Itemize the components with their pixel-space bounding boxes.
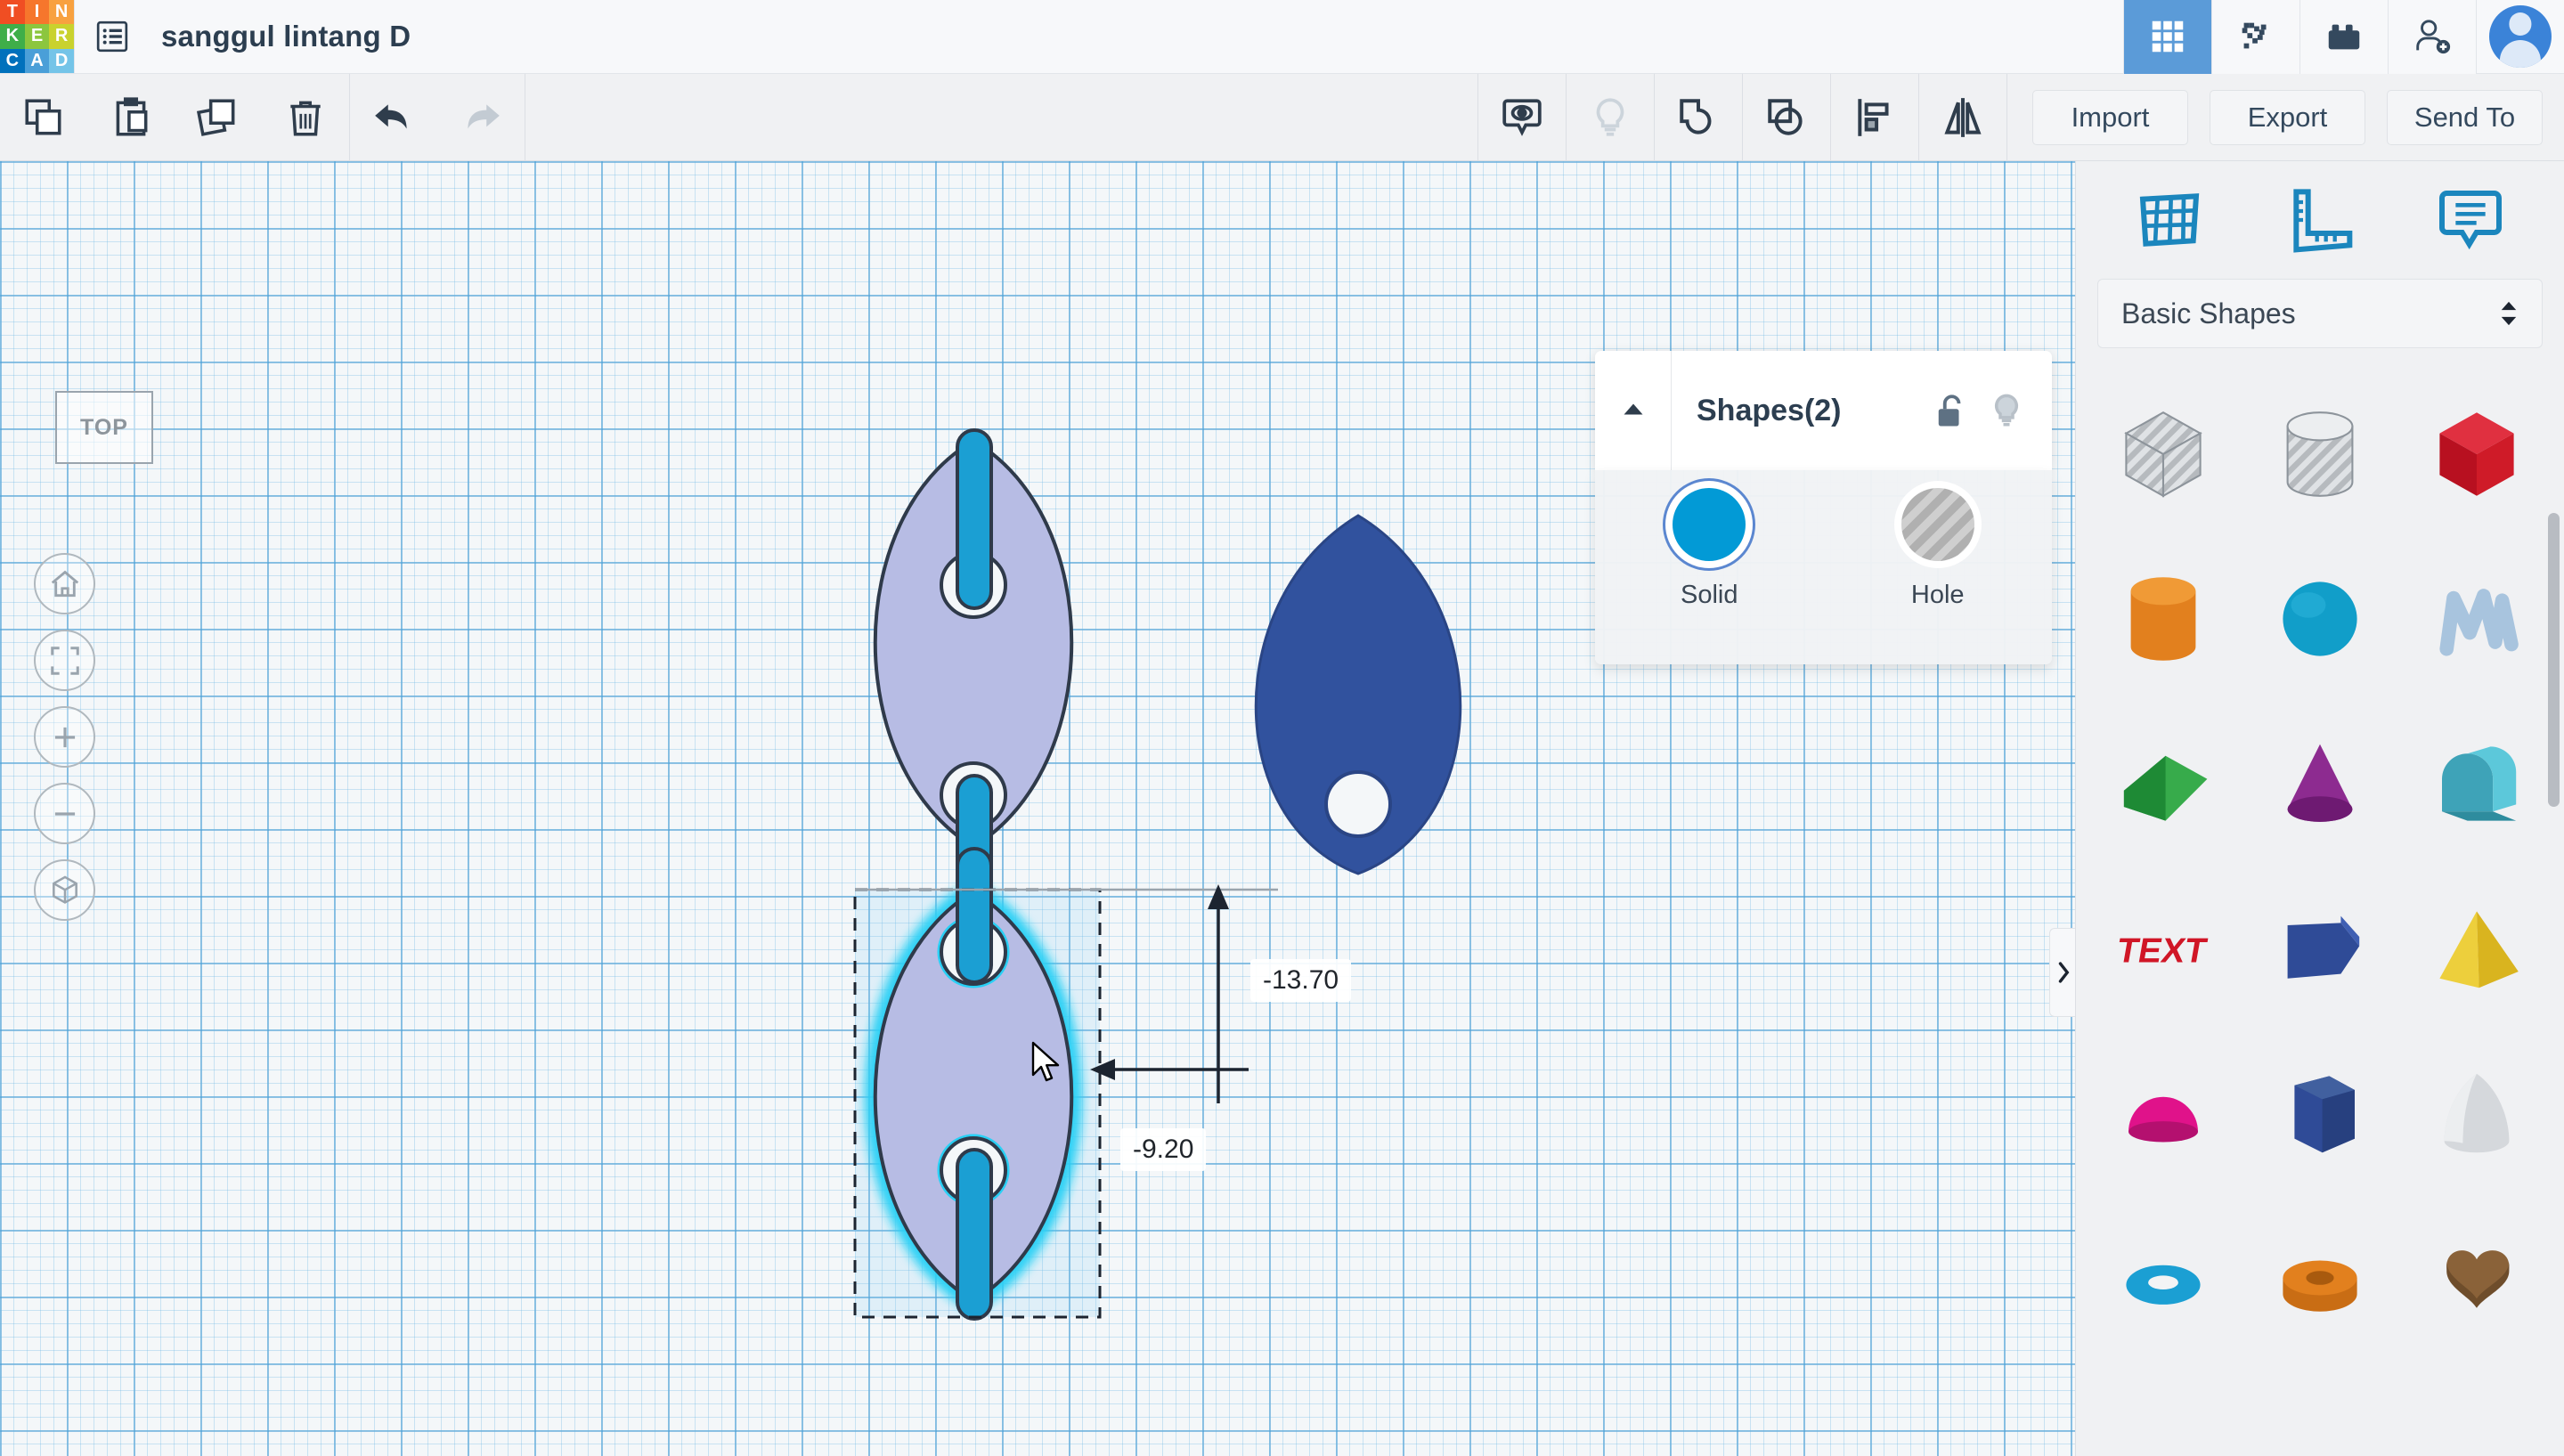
top-bar: TINKERCAD sanggul lintang D [0, 0, 2564, 74]
pyramid-shape[interactable] [2398, 866, 2555, 1030]
solid-swatch[interactable]: Solid [1629, 488, 1789, 610]
paste-button[interactable] [87, 74, 175, 161]
round-roof-shape[interactable] [2398, 701, 2555, 866]
shapes-panel-header: Shapes(2) [1595, 351, 2052, 470]
logo-tile-n: N [49, 0, 74, 25]
show-hide-button[interactable] [1478, 74, 1566, 161]
copy-button[interactable] [0, 74, 87, 161]
half-sphere-shape[interactable] [2085, 1030, 2242, 1195]
paraboloid-shape[interactable] [2398, 1030, 2555, 1195]
editor-toolbar: Import Export Send To [0, 73, 2564, 161]
import-button[interactable]: Import [2032, 89, 2188, 145]
align-button[interactable] [1831, 74, 1918, 161]
duplicate-button[interactable] [175, 74, 262, 161]
collapse-panel-button[interactable] [1595, 351, 1672, 470]
cylinder-shape[interactable] [2085, 536, 2242, 701]
workplane-icon[interactable] [2134, 184, 2205, 256]
roof-shape[interactable] [2085, 701, 2242, 866]
right-panel-tools [2076, 161, 2564, 279]
grid-apps-icon[interactable] [2123, 0, 2211, 74]
hole-swatch[interactable]: Hole [1858, 488, 2018, 610]
design-canvas[interactable]: TOP -13.70 -9.20 Shapes(2) Solid Hole [0, 161, 2075, 1456]
send-to-button[interactable]: Send To [2387, 89, 2543, 145]
home-view-button[interactable] [34, 553, 95, 614]
logo-tile-r: R [49, 24, 74, 49]
svg-text:TEXT: TEXT [2114, 931, 2210, 970]
leaf-shape-dark [1254, 514, 1462, 875]
avatar-image [2489, 5, 2552, 68]
dimension-x-label: -9.20 [1120, 1128, 1207, 1171]
hole-hatch-circle [1901, 488, 1974, 561]
divider [2006, 73, 2007, 161]
logo-tile-c: C [0, 48, 25, 74]
heart-shape[interactable] [2398, 1195, 2555, 1360]
hole-label: Hole [1910, 581, 1965, 609]
fit-view-button[interactable] [34, 630, 95, 691]
avatar[interactable] [2476, 0, 2564, 74]
logo-tile-a: A [24, 48, 50, 74]
group-button[interactable] [1655, 74, 1742, 161]
logo-tile-t: T [0, 0, 25, 25]
dimension-y-label: -13.70 [1250, 959, 1352, 1002]
logo-tile-i: I [24, 0, 50, 25]
right-panel: Basic Shapes TEXT [2075, 161, 2564, 1456]
leaf-shape-top [873, 428, 1074, 911]
sphere-shape[interactable] [2242, 536, 2398, 701]
hexagon-prism-shape[interactable] [2242, 1030, 2398, 1195]
light-button[interactable] [1567, 74, 1654, 161]
clipboard-tools [0, 74, 349, 161]
lego-brick-icon[interactable] [2299, 0, 2388, 74]
shape-library-grid: TEXT [2076, 371, 2564, 1360]
shape-category-select[interactable]: Basic Shapes [2097, 279, 2543, 348]
logo-tile-e: E [24, 24, 50, 49]
shape-category-value: Basic Shapes [2121, 297, 2296, 329]
right-panel-scrollbar[interactable] [2548, 513, 2560, 807]
scribble-shape[interactable] [2398, 536, 2555, 701]
shapes-panel-icons [1931, 390, 2052, 431]
ungroup-button[interactable] [1743, 74, 1830, 161]
leaf-shape-selected [853, 847, 1102, 1321]
cylinder-hole-shape[interactable] [2242, 371, 2398, 536]
view-cube[interactable]: TOP [55, 391, 153, 464]
tube-shape[interactable] [2242, 1195, 2398, 1360]
add-person-icon[interactable] [2388, 0, 2476, 74]
ortho-perspective-button[interactable] [34, 859, 95, 921]
caret-down-icon [2501, 316, 2517, 326]
solid-label: Solid [1681, 581, 1738, 609]
chevron-right-icon[interactable] [2049, 928, 2075, 1017]
navigation-buttons [34, 553, 95, 936]
top-bar-right-icons [2123, 0, 2564, 74]
ruler-icon[interactable] [2284, 184, 2356, 256]
redo-button[interactable] [437, 74, 525, 161]
logo-tile-k: K [0, 24, 25, 49]
mirror-button[interactable] [1919, 74, 2006, 161]
history-tools [350, 74, 525, 161]
delete-button[interactable] [262, 74, 349, 161]
unlock-icon[interactable] [1931, 390, 1968, 431]
page-title: sanggul lintang D [161, 20, 411, 53]
tinkercad-logo[interactable]: TINKERCAD [0, 0, 74, 74]
box-shape[interactable] [2398, 371, 2555, 536]
shapes-panel-body: Solid Hole [1595, 470, 2052, 664]
solid-color-circle [1673, 488, 1746, 561]
export-button[interactable]: Export [2210, 89, 2365, 145]
zoom-in-button[interactable] [34, 706, 95, 768]
zoom-out-button[interactable] [34, 783, 95, 844]
undo-button[interactable] [350, 74, 437, 161]
cone-shape[interactable] [2242, 701, 2398, 866]
shapes-panel-title: Shapes(2) [1697, 393, 1842, 427]
text-shape[interactable]: TEXT [2085, 866, 2242, 1030]
logo-tile-d: D [49, 48, 74, 74]
box-hole-shape[interactable] [2085, 371, 2242, 536]
stepper-arrows [2499, 300, 2519, 327]
torus-shape[interactable] [2085, 1195, 2242, 1360]
minecraft-pickaxe-icon[interactable] [2211, 0, 2299, 74]
mouse-cursor [1031, 1041, 1060, 1082]
polygon-shape[interactable] [2242, 866, 2398, 1030]
doc-list-icon[interactable] [75, 0, 149, 74]
note-icon[interactable] [2435, 184, 2506, 256]
dimension-arrows [855, 884, 1278, 1103]
lightbulb-icon[interactable] [1988, 390, 2025, 431]
caret-up-icon [2501, 301, 2517, 311]
